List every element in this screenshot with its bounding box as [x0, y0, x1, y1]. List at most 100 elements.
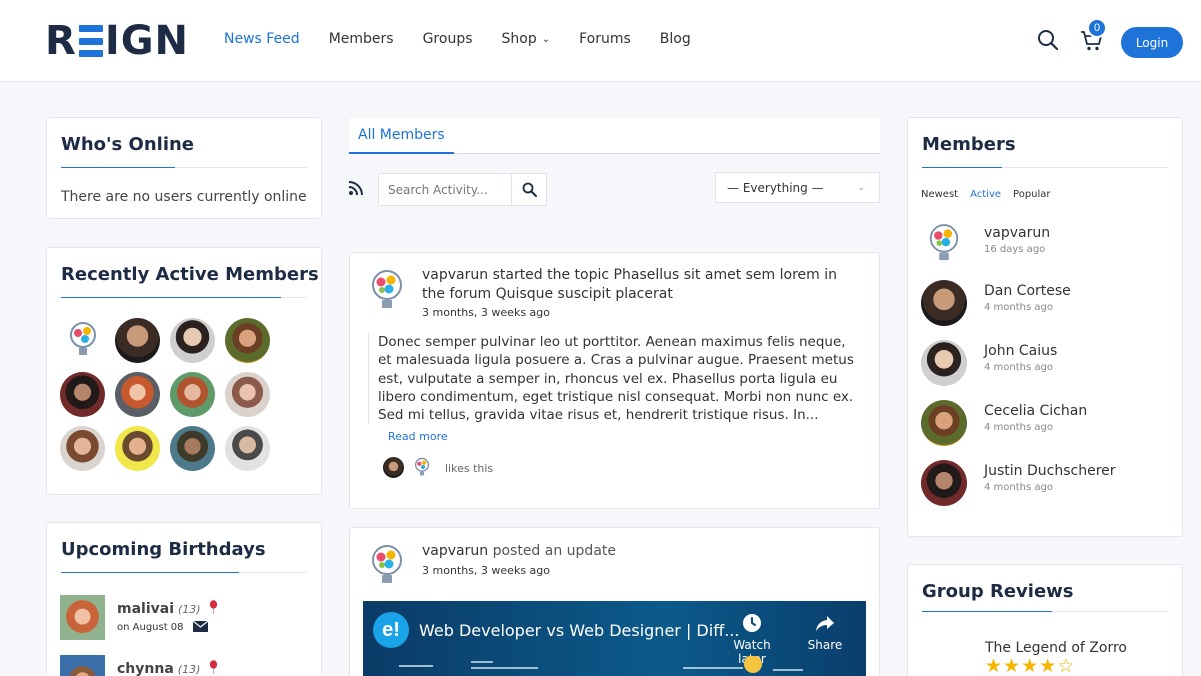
birthday-date: on August 08	[117, 620, 209, 633]
search-icon[interactable]	[1037, 29, 1059, 51]
activity-search	[378, 173, 547, 206]
activity-header: vapvarun started the topic Phasellus sit…	[422, 266, 852, 304]
balloon-icon	[210, 600, 218, 614]
member-avatar[interactable]	[170, 426, 215, 471]
activity-item: vapvarun started the topic Phasellus sit…	[349, 252, 880, 509]
member-avatar[interactable]	[225, 426, 270, 471]
activity-time[interactable]: 3 months, 3 weeks ago	[422, 306, 550, 319]
activity-search-input[interactable]	[379, 174, 512, 205]
member-last-active: 4 months ago	[984, 302, 1053, 313]
tab-all-members[interactable]: All Members	[349, 118, 454, 154]
site-logo[interactable]: R IGN	[45, 18, 189, 64]
video-thumbnail-graphic	[399, 656, 803, 673]
member-avatar[interactable]	[115, 372, 160, 417]
star-filled-icon: ★	[985, 656, 1003, 676]
members-widget: Members Newest Active Popular vapvarun 1…	[907, 117, 1183, 537]
member-last-active: 4 months ago	[984, 422, 1053, 433]
channel-logo[interactable]: e!	[373, 612, 409, 648]
member-name[interactable]: Dan Cortese	[984, 283, 1071, 299]
member-item[interactable]: John Caius 4 months ago	[921, 340, 1171, 386]
birthday-member-name: chynna (13)	[117, 660, 218, 676]
member-last-active: 4 months ago	[984, 362, 1053, 373]
birthday-item[interactable]: chynna (13)	[60, 655, 310, 676]
nav-news-feed[interactable]: News Feed	[224, 31, 300, 47]
review-group-name[interactable]: The Legend of Zorro	[985, 640, 1127, 656]
embedded-video[interactable]: e! Web Developer vs Web Designer | Diff.…	[363, 601, 866, 676]
member-avatar[interactable]	[921, 340, 967, 386]
member-name[interactable]: vapvarun	[984, 225, 1050, 241]
member-name[interactable]: Justin Duchscherer	[984, 463, 1116, 479]
liker-avatar[interactable]	[409, 455, 434, 480]
members-tab-newest[interactable]: Newest	[921, 189, 958, 200]
author-avatar[interactable]	[368, 544, 406, 590]
nav-shop[interactable]: Shop ⌄	[502, 31, 551, 47]
nav-forums[interactable]: Forums	[579, 31, 631, 47]
star-empty-icon: ☆	[1057, 656, 1075, 676]
member-avatar[interactable]	[60, 318, 105, 363]
member-item[interactable]: Dan Cortese 4 months ago	[921, 280, 1171, 326]
member-avatar[interactable]	[225, 318, 270, 363]
activity-action: started the topic	[492, 267, 610, 283]
member-avatar[interactable]	[921, 222, 967, 268]
member-avatar[interactable]	[225, 372, 270, 417]
member-avatar[interactable]	[170, 318, 215, 363]
activity-search-button[interactable]	[511, 174, 546, 205]
share-label: Share	[807, 638, 843, 652]
birthday-item[interactable]: malivai (13) on August 08	[60, 595, 310, 641]
chevron-down-icon: ⌄	[541, 33, 551, 45]
birthday-age: (13)	[178, 603, 201, 616]
liker-avatar[interactable]	[381, 455, 406, 480]
member-name[interactable]: Cecelia Cichan	[984, 403, 1087, 419]
member-item[interactable]: Justin Duchscherer 4 months ago	[921, 460, 1171, 506]
nav-blog[interactable]: Blog	[660, 31, 691, 47]
group-reviews-widget: Group Reviews The Legend of Zorro ★ ★ ★ …	[907, 564, 1183, 676]
logo-e-mark	[78, 25, 103, 57]
member-avatar[interactable]	[115, 426, 160, 471]
member-avatar[interactable]	[921, 400, 967, 446]
star-filled-icon: ★	[1021, 656, 1039, 676]
member-name[interactable]: John Caius	[984, 343, 1057, 359]
widget-title: Who's Online	[61, 134, 195, 155]
activity-action: posted an update	[492, 543, 616, 559]
chevron-down-icon: ⌄	[857, 183, 865, 193]
members-tab-active[interactable]: Active	[970, 189, 1001, 200]
nav-groups[interactable]: Groups	[423, 31, 473, 47]
share-button[interactable]: Share	[805, 613, 845, 652]
envelope-icon[interactable]	[192, 620, 209, 632]
member-avatar[interactable]	[921, 460, 967, 506]
search-icon	[522, 182, 537, 197]
member-avatar[interactable]	[60, 426, 105, 471]
nav-members[interactable]: Members	[329, 31, 394, 47]
widget-divider	[61, 297, 307, 298]
activity-header: vapvarun posted an update	[422, 542, 852, 561]
member-last-active: 16 days ago	[984, 244, 1046, 255]
members-tab-popular[interactable]: Popular	[1013, 189, 1051, 200]
author-avatar[interactable]	[368, 269, 406, 315]
review-rating: ★ ★ ★ ★ ☆	[985, 657, 1075, 676]
member-avatar[interactable]	[60, 372, 105, 417]
activity-filter-select[interactable]: — Everything — ⌄	[715, 172, 880, 203]
widget-title: Group Reviews	[922, 581, 1074, 602]
rss-icon[interactable]	[348, 180, 364, 196]
member-item[interactable]: vapvarun 16 days ago	[921, 222, 1171, 268]
birthday-member-name: malivai (13)	[117, 600, 218, 617]
forum-link[interactable]: Quisque suscipit placerat	[496, 286, 673, 302]
member-avatar[interactable]	[115, 318, 160, 363]
video-title[interactable]: Web Developer vs Web Designer | Diff...	[419, 621, 739, 640]
login-button[interactable]: Login	[1121, 27, 1183, 58]
read-more-link[interactable]: Read more	[388, 430, 448, 443]
birthday-age: (13)	[177, 663, 201, 676]
member-last-active: 4 months ago	[984, 482, 1053, 493]
author-link[interactable]: vapvarun	[422, 267, 488, 283]
widget-title: Upcoming Birthdays	[61, 539, 266, 560]
member-avatar[interactable]	[170, 372, 215, 417]
widget-divider	[922, 167, 1168, 168]
member-avatar	[60, 595, 105, 640]
likes-text: likes this	[445, 462, 494, 475]
members-tabs: Newest Active Popular	[921, 189, 1063, 200]
activity-time[interactable]: 3 months, 3 weeks ago	[422, 564, 550, 577]
member-item[interactable]: Cecelia Cichan 4 months ago	[921, 400, 1171, 446]
author-link[interactable]: vapvarun	[422, 543, 488, 559]
member-avatar[interactable]	[921, 280, 967, 326]
activity-action-2: forum	[449, 286, 492, 302]
